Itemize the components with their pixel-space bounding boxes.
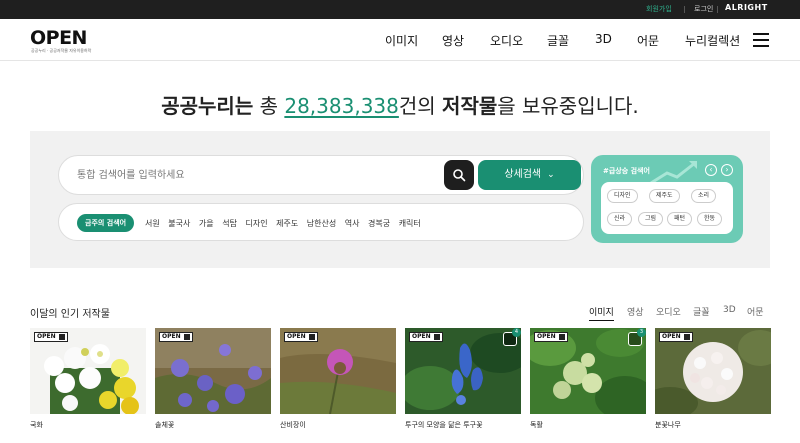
keyword-item[interactable]: 캐릭터 [399, 219, 421, 228]
work-card[interactable]: OPEN 3 독활 [530, 328, 646, 436]
search-icon [453, 169, 466, 182]
work-card[interactable]: OPEN 국화 [30, 328, 146, 436]
menu-icon[interactable] [753, 33, 769, 47]
search-input[interactable] [77, 166, 437, 184]
login-link[interactable]: 로그인 [694, 4, 713, 14]
open-license-badge: OPEN [409, 332, 443, 342]
headline-unit: 건의 [398, 94, 443, 118]
trend-chip[interactable]: 디자인 [607, 189, 638, 203]
alright-brand-link[interactable]: ALRIGHT [725, 3, 768, 12]
nav-literature[interactable]: 어문 [637, 32, 659, 49]
keyword-item[interactable]: 불국사 [168, 219, 190, 228]
work-thumbnail[interactable]: OPEN 4 [405, 328, 521, 414]
page-headline: 공공누리는 총 28,383,338건의 저작물을 보유중입니다. [0, 90, 800, 119]
total-count: 28,383,338 [284, 94, 399, 118]
image-count-badge: 3 [637, 328, 646, 337]
work-caption[interactable]: 산비장이 [280, 420, 306, 430]
work-card[interactable]: OPEN 분꽃나무 [655, 328, 771, 436]
weekly-keywords-list: 서원 불국사 가을 석탑 디자인 제주도 남한산성 역사 경복궁 캐릭터 [145, 218, 427, 229]
keyword-item[interactable]: 가을 [199, 219, 214, 228]
divider [684, 6, 685, 13]
search-panel: 상세검색 ⌄ 금주의 검색어 서원 불국사 가을 석탑 디자인 제주도 남한산성 … [30, 131, 770, 268]
open-logo[interactable]: OPEN 공공누리 · 공공저작물 자유이용허락 [30, 27, 92, 53]
gallery-icon: 4 [503, 328, 521, 346]
gallery-icon: 3 [628, 328, 646, 346]
trend-chip[interactable]: 신라 [607, 212, 633, 226]
work-thumbnail[interactable]: OPEN [280, 328, 396, 414]
keyword-item[interactable]: 남한산성 [307, 219, 336, 228]
chevron-down-icon: ⌄ [547, 170, 555, 180]
work-caption[interactable]: 솔체꽃 [155, 420, 174, 430]
trend-chip[interactable]: 그림 [638, 212, 664, 226]
trending-keywords-card: #급상승 검색어 ‹ › 디자인 제주도 소리 신라 그림 패턴 한동 [591, 155, 743, 243]
logo-wordmark: OPEN [30, 27, 87, 49]
headline-suffix: 을 보유중입니다. [497, 94, 639, 118]
open-license-badge: OPEN [659, 332, 693, 342]
logo-subtitle: 공공누리 · 공공저작물 자유이용허락 [31, 48, 92, 53]
work-thumbnail[interactable]: OPEN [655, 328, 771, 414]
popular-section-title: 이달의 인기 저작물 [30, 309, 110, 320]
trend-chip[interactable]: 한동 [697, 212, 723, 226]
advanced-search-label: 상세검색 [504, 169, 542, 180]
nav-font[interactable]: 글꼴 [547, 32, 569, 49]
trending-chips: 디자인 제주도 소리 신라 그림 패턴 한동 [601, 182, 733, 234]
main-header: OPEN 공공누리 · 공공저작물 자유이용허락 이미지 영상 오디오 글꼴 3… [0, 19, 800, 61]
divider [717, 6, 718, 13]
nav-video[interactable]: 영상 [442, 32, 464, 49]
open-license-badge: OPEN [534, 332, 568, 342]
keyword-item[interactable]: 석탑 [222, 219, 237, 228]
weekly-keywords-bar: 금주의 검색어 서원 불국사 가을 석탑 디자인 제주도 남한산성 역사 경복궁… [58, 203, 584, 241]
open-license-badge: OPEN [284, 332, 318, 342]
open-license-badge: OPEN [159, 332, 193, 342]
image-count-badge: 4 [512, 328, 521, 337]
nav-nuri-collection[interactable]: 누리컬렉션 [685, 32, 740, 49]
trend-prev-button[interactable]: ‹ [705, 164, 717, 176]
trend-chip[interactable]: 제주도 [649, 189, 680, 203]
trend-next-button[interactable]: › [721, 164, 733, 176]
headline-brand: 공공누리는 [161, 94, 254, 118]
join-link[interactable]: 회원가입 [646, 4, 672, 14]
keyword-item[interactable]: 경복궁 [368, 219, 390, 228]
advanced-search-button[interactable]: 상세검색 ⌄ [478, 160, 581, 190]
keyword-item[interactable]: 서원 [145, 219, 160, 228]
tab-image[interactable]: 이미지 [589, 305, 614, 321]
weekly-keywords-label: 금주의 검색어 [77, 214, 135, 232]
keyword-item[interactable]: 역사 [345, 219, 360, 228]
search-bar: 상세검색 ⌄ [58, 155, 584, 195]
work-caption[interactable]: 투구의 모양을 닮은 투구꽃 [405, 420, 483, 430]
keyword-item[interactable]: 제주도 [276, 219, 298, 228]
trend-chip[interactable]: 패턴 [667, 212, 693, 226]
work-thumbnail[interactable]: OPEN [155, 328, 271, 414]
tab-literature[interactable]: 어문 [747, 305, 764, 318]
search-button[interactable] [444, 160, 474, 190]
nav-3d[interactable]: 3D [595, 32, 612, 46]
work-card[interactable]: OPEN 산비장이 [280, 328, 396, 436]
work-caption[interactable]: 독활 [530, 420, 543, 430]
tab-font[interactable]: 글꼴 [693, 305, 710, 318]
nav-image[interactable]: 이미지 [385, 32, 418, 49]
headline-works: 저작물 [442, 94, 498, 118]
work-thumbnail[interactable]: OPEN [30, 328, 146, 414]
search-box: 상세검색 ⌄ 금주의 검색어 서원 불국사 가을 석탑 디자인 제주도 남한산성 … [58, 155, 584, 241]
nav-audio[interactable]: 오디오 [490, 32, 523, 49]
work-thumbnail[interactable]: OPEN 3 [530, 328, 646, 414]
work-caption[interactable]: 분꽃나무 [655, 420, 681, 430]
headline-text: 총 [253, 94, 285, 118]
tab-audio[interactable]: 오디오 [656, 305, 681, 318]
trend-chip[interactable]: 소리 [691, 189, 717, 203]
trending-title: #급상승 검색어 [603, 167, 650, 175]
keyword-item[interactable]: 디자인 [245, 219, 267, 228]
work-card[interactable]: OPEN 솔체꽃 [155, 328, 271, 436]
work-caption[interactable]: 국화 [30, 420, 43, 430]
open-license-badge: OPEN [34, 332, 68, 342]
tab-3d[interactable]: 3D [723, 305, 736, 315]
work-card[interactable]: OPEN 4 투구의 모양을 닮은 투구꽃 [405, 328, 521, 436]
tab-video[interactable]: 영상 [627, 305, 644, 318]
top-utility-bar: 회원가입 로그인 ALRIGHT [0, 0, 800, 19]
